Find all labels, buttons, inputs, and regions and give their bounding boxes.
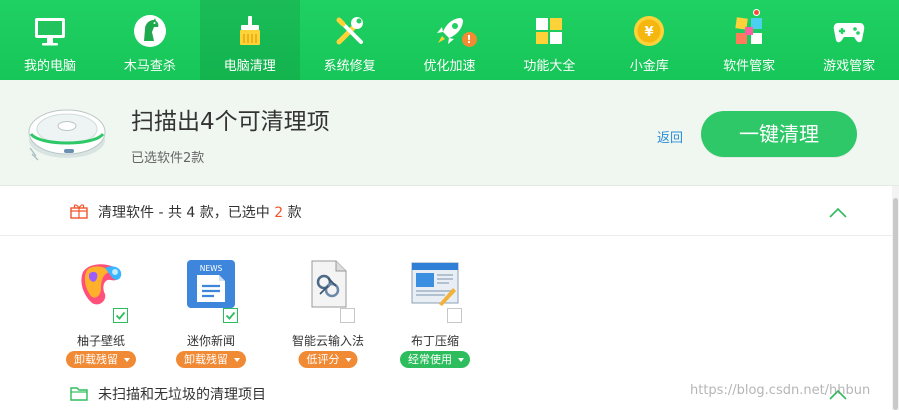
nav-item-small-vault[interactable]: ¥ 小金库 — [599, 0, 699, 80]
nav-label: 木马查杀 — [123, 59, 176, 74]
section-title-prefix: 清理软件 - 共 4 款，已选中 — [98, 205, 275, 221]
status-tag-dropdown[interactable]: 低评分 — [298, 351, 358, 368]
caret-down-icon — [458, 358, 464, 362]
status-tag-dropdown[interactable]: 经常使用 — [400, 351, 470, 368]
nav-label: 我的电脑 — [23, 59, 76, 74]
chevron-up-icon[interactable] — [828, 204, 848, 218]
nav-label: 功能大全 — [523, 59, 576, 74]
section-title-suffix: 款 — [283, 205, 302, 221]
nav-item-trojan-scan[interactable]: 木马查杀 — [100, 0, 200, 80]
selected-count: 2 — [274, 205, 284, 221]
software-card-pudding-compress[interactable]: 布丁压缩 经常使用 — [383, 254, 487, 368]
scrollbar-thumb[interactable] — [893, 198, 898, 410]
monitor-icon — [33, 14, 67, 48]
status-tag-dropdown[interactable]: 卸载残留 — [176, 351, 246, 368]
software-name: 柚子壁纸 — [76, 334, 125, 348]
gift-box-icon — [70, 203, 88, 219]
status-tag-label: 卸载残留 — [74, 353, 118, 366]
news-label: NEWS — [200, 264, 223, 273]
wrench-screwdriver-icon — [333, 14, 367, 48]
gamepad-icon — [832, 14, 866, 48]
section-title-unscanned: 未扫描和无垃圾的清理项目 — [98, 387, 266, 403]
folder-icon — [70, 385, 88, 401]
software-name: 迷你新闻 — [186, 334, 235, 348]
nav-item-software-manager[interactable]: 软件管家 — [699, 0, 799, 80]
caret-down-icon — [345, 358, 352, 362]
software-manager-icon — [732, 14, 766, 48]
trojan-horse-icon — [133, 14, 167, 48]
gold-coin-icon: ¥ — [632, 14, 666, 48]
back-link[interactable]: 返回 — [657, 127, 683, 146]
status-tag-dropdown[interactable]: 卸载残留 — [66, 351, 136, 368]
nav-label: 小金库 — [629, 59, 669, 74]
sweeping-robot-icon — [26, 98, 108, 164]
vertical-scrollbar[interactable] — [892, 186, 899, 410]
nav-item-my-computer[interactable]: 我的电脑 — [0, 0, 100, 80]
checkbox-youzi-wallpaper[interactable] — [113, 308, 128, 323]
alert-badge-icon: ! — [461, 32, 477, 47]
grid-icon — [532, 14, 566, 48]
top-navigation: 我的电脑 木马查杀 电脑清理 系统修复 ! 优化加速 功能大全 ¥ 小金库 软件… — [0, 0, 899, 80]
caret-down-icon — [234, 358, 240, 362]
caret-down-icon — [124, 358, 130, 362]
broom-icon — [233, 14, 267, 48]
nav-item-game-manager[interactable]: 游戏管家 — [799, 0, 899, 80]
nav-item-all-features[interactable]: 功能大全 — [499, 0, 599, 80]
pudding-compress-icon — [409, 258, 461, 310]
nav-item-pc-cleanup[interactable]: 电脑清理 — [199, 0, 300, 80]
software-card-mini-news[interactable]: NEWS 迷你新闻 卸载残留 — [159, 254, 263, 368]
selected-software-count: 已选软件2款 — [131, 151, 205, 166]
checkbox-mini-news[interactable] — [223, 308, 238, 323]
section-header-clean-software[interactable]: 清理软件 - 共 4 款，已选中 2 款 — [0, 186, 892, 236]
nav-label: 软件管家 — [723, 59, 776, 74]
software-card-youzi-wallpaper[interactable]: 柚子壁纸 卸载残留 — [49, 254, 153, 368]
coin-symbol: ¥ — [645, 25, 654, 40]
nav-label: 电脑清理 — [223, 59, 276, 74]
mini-news-icon: NEWS — [185, 258, 237, 310]
software-name: 布丁压缩 — [410, 334, 459, 348]
app-window: 我的电脑 木马查杀 电脑清理 系统修复 ! 优化加速 功能大全 ¥ 小金库 软件… — [0, 0, 899, 410]
checkbox-pudding-compress[interactable] — [447, 308, 462, 323]
status-tag-label: 卸载残留 — [184, 353, 228, 366]
status-tag-label: 低评分 — [306, 353, 340, 366]
youzi-wallpaper-icon — [75, 258, 127, 310]
nav-label: 优化加速 — [423, 59, 476, 74]
nav-item-optimize-speed[interactable]: ! 优化加速 — [400, 0, 500, 80]
scan-summary-banner: 扫描出4个可清理项 已选软件2款 返回 一键清理 — [0, 80, 899, 186]
nav-label: 游戏管家 — [823, 59, 876, 74]
software-name: 智能云输入法 — [291, 334, 364, 348]
section-title-clean-software: 清理软件 - 共 4 款，已选中 2 款 — [98, 202, 302, 222]
scan-result-title: 扫描出4个可清理项 — [131, 109, 330, 135]
watermark: https://blog.csdn.net/hhbun — [690, 383, 871, 398]
cloud-input-method-icon — [302, 258, 354, 310]
status-tag-label: 经常使用 — [408, 353, 452, 366]
software-list: 柚子壁纸 卸载残留 NEWS 迷你新闻 卸载残留 智能云输入法 低评分 布丁压缩… — [0, 236, 892, 368]
nav-item-system-repair[interactable]: 系统修复 — [300, 0, 400, 80]
checkbox-cloud-input[interactable] — [340, 308, 355, 323]
software-card-cloud-input[interactable]: 智能云输入法 低评分 — [276, 254, 380, 368]
rocket-icon — [433, 14, 467, 48]
nav-label: 系统修复 — [323, 59, 376, 74]
one-click-clean-button[interactable]: 一键清理 — [701, 111, 857, 157]
